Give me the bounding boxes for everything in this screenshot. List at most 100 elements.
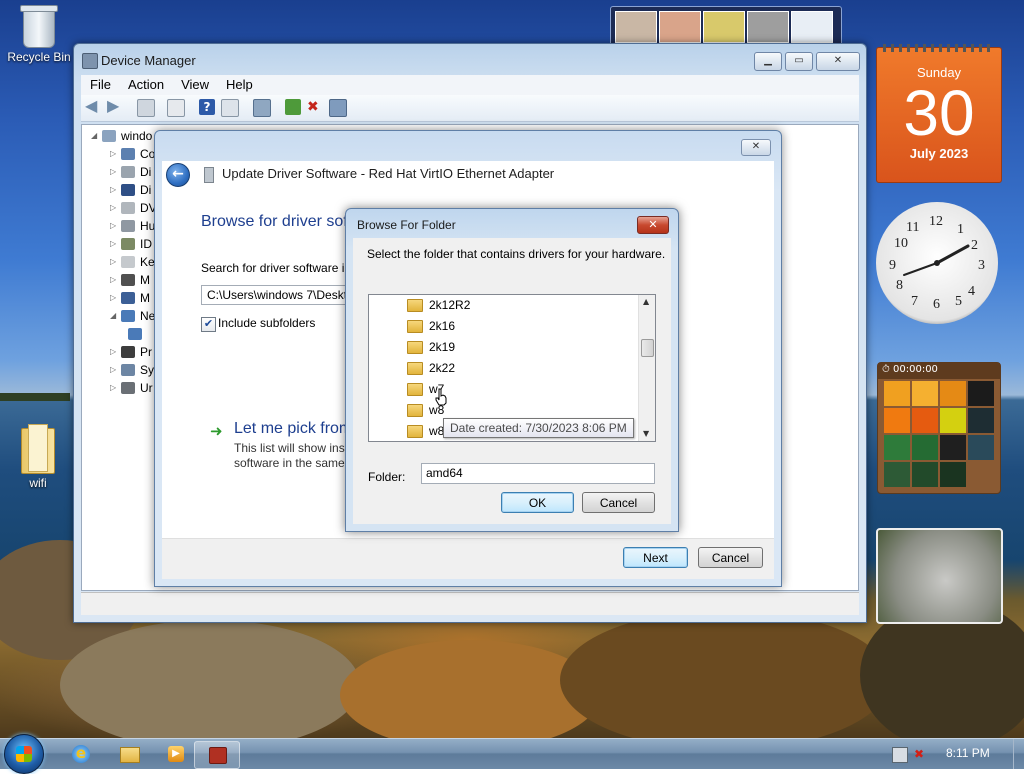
dialog-header: Update Driver Software - Red Hat VirtIO … [222, 166, 555, 181]
folder-label: Folder: [368, 470, 406, 484]
network-adapter-icon [204, 167, 214, 183]
device-category-icon [121, 256, 135, 268]
scan-hardware-icon[interactable] [253, 99, 271, 117]
menu-action[interactable]: Action [119, 75, 172, 92]
uninstall-icon[interactable]: ✖ [307, 99, 323, 115]
disable-device-icon[interactable] [329, 99, 347, 117]
menu-help[interactable]: Help [217, 75, 261, 92]
device-category-icon [121, 148, 135, 160]
back-arrow-icon[interactable]: ◀ [85, 98, 101, 115]
calendar-gadget[interactable]: Sunday 30 July 2023 [876, 44, 1002, 183]
dialog-content: Select the folder that contains drivers … [353, 238, 671, 524]
timer-icon: ⏱ [882, 364, 890, 375]
tree-node-label: Ur [140, 381, 153, 395]
collapse-arrow-icon[interactable]: ◢ [91, 131, 97, 140]
taskbar-device-manager[interactable] [194, 741, 240, 769]
device-category-icon [121, 202, 135, 214]
network-adapter-icon [128, 328, 142, 340]
ok-button[interactable]: OK [501, 492, 574, 513]
thumbnail[interactable] [659, 11, 701, 43]
cancel-button[interactable]: Cancel [698, 547, 763, 568]
scrollbar-thumb[interactable] [641, 339, 654, 357]
device-category-icon [121, 238, 135, 250]
recycle-bin-icon [20, 5, 58, 48]
menu-file[interactable]: File [81, 75, 119, 92]
wifi-folder-desktop-icon[interactable]: wifi [3, 424, 73, 490]
properties-icon[interactable] [167, 99, 185, 117]
folder-input[interactable]: amd64 [421, 463, 655, 484]
show-desktop-button[interactable] [1013, 739, 1024, 769]
folder-icon [407, 341, 423, 354]
system-clock[interactable]: 8:11 PM [946, 746, 990, 760]
maximize-button[interactable]: ▭ [785, 52, 813, 71]
include-subfolders-label[interactable]: Include subfolders [218, 316, 315, 330]
cancel-button[interactable]: Cancel [582, 492, 655, 513]
description-line: software in the same [234, 456, 345, 470]
folder-icon [407, 404, 423, 417]
back-button[interactable]: ← [166, 163, 190, 187]
device-category-icon [121, 274, 135, 286]
vertical-scrollbar[interactable]: ▲ ▼ [638, 295, 655, 441]
pick-from-list-link[interactable]: Let me pick from [234, 420, 352, 438]
taskbar-internet-explorer[interactable]: e [56, 741, 104, 767]
help-icon[interactable]: ? [199, 99, 215, 115]
tree-node-label: M [140, 273, 150, 287]
scroll-down-arrow-icon[interactable]: ▼ [643, 429, 649, 438]
page-title: Browse for driver sof [201, 213, 348, 230]
clock-gadget[interactable]: 12 1 2 3 4 5 6 7 8 9 10 11 [876, 202, 998, 324]
forward-arrow-icon[interactable]: ▶ [107, 98, 123, 115]
action-icon[interactable] [221, 99, 239, 117]
thumbnail[interactable] [615, 11, 657, 43]
thumbnail[interactable] [747, 11, 789, 43]
taskbar-media-player[interactable]: ▶ [152, 741, 200, 767]
browse-for-folder-dialog[interactable]: Browse For Folder ✕ Select the folder th… [345, 208, 679, 532]
puzzle-timer: 00:00:00 [893, 364, 938, 375]
network-adapter-icon [121, 310, 135, 322]
device-category-icon [121, 292, 135, 304]
recycle-bin-desktop-icon[interactable]: Recycle Bin [4, 5, 74, 64]
tree-node-label: Pr [140, 345, 152, 359]
folder-icon [407, 299, 423, 312]
taskbar-explorer[interactable] [104, 741, 152, 767]
wifi-folder-label: wifi [29, 476, 47, 490]
start-button[interactable] [4, 734, 44, 774]
device-category-icon [121, 220, 135, 232]
toolbar: ◀ ▶ ? ✖ [81, 95, 859, 122]
recycle-bin-label: Recycle Bin [7, 50, 71, 64]
close-button[interactable]: ✕ [741, 139, 771, 156]
picture-puzzle-gadget[interactable]: ⏱ 00:00:00 [877, 362, 1001, 494]
thumbnail[interactable] [703, 11, 745, 43]
minimize-button[interactable]: ▁ [754, 52, 782, 71]
update-driver-icon[interactable] [285, 99, 301, 115]
scroll-up-arrow-icon[interactable]: ▲ [643, 297, 649, 306]
tree-node-label: ID [140, 237, 152, 251]
close-button[interactable]: ✕ [816, 52, 860, 71]
folder-icon [120, 747, 140, 763]
driver-path-input[interactable]: C:\Users\windows 7\Deskt [201, 285, 361, 305]
hand-cursor-icon [435, 388, 447, 406]
network-error-icon[interactable]: ✖ [914, 747, 928, 761]
close-button[interactable]: ✕ [637, 216, 669, 234]
include-subfolders-checkbox[interactable]: ✔ [201, 317, 216, 332]
description-line: This list will show inst [234, 441, 349, 455]
dialog-footer: Next Cancel [162, 538, 774, 579]
slideshow-gadget-bar[interactable] [610, 6, 842, 46]
action-center-icon[interactable] [892, 747, 908, 763]
next-button[interactable]: Next [623, 547, 688, 568]
folder-icon [407, 383, 423, 396]
koala-photo-gadget[interactable] [876, 528, 1003, 624]
menu-view[interactable]: View [172, 75, 217, 92]
rock [560, 610, 890, 750]
puzzle-grid[interactable] [884, 381, 994, 487]
device-category-icon [121, 382, 135, 394]
media-player-icon: ▶ [168, 746, 184, 762]
tree-view-icon[interactable] [137, 99, 155, 117]
taskbar: e ▶ ✖ 8:11 PM [0, 734, 1024, 774]
device-category-icon [121, 346, 135, 358]
device-category-icon [121, 184, 135, 196]
calendar-rings [883, 44, 995, 52]
thumbnail[interactable] [791, 11, 833, 43]
folder-icon [407, 425, 423, 438]
calendar-day: 30 [903, 77, 975, 149]
internet-explorer-icon: e [72, 745, 90, 763]
